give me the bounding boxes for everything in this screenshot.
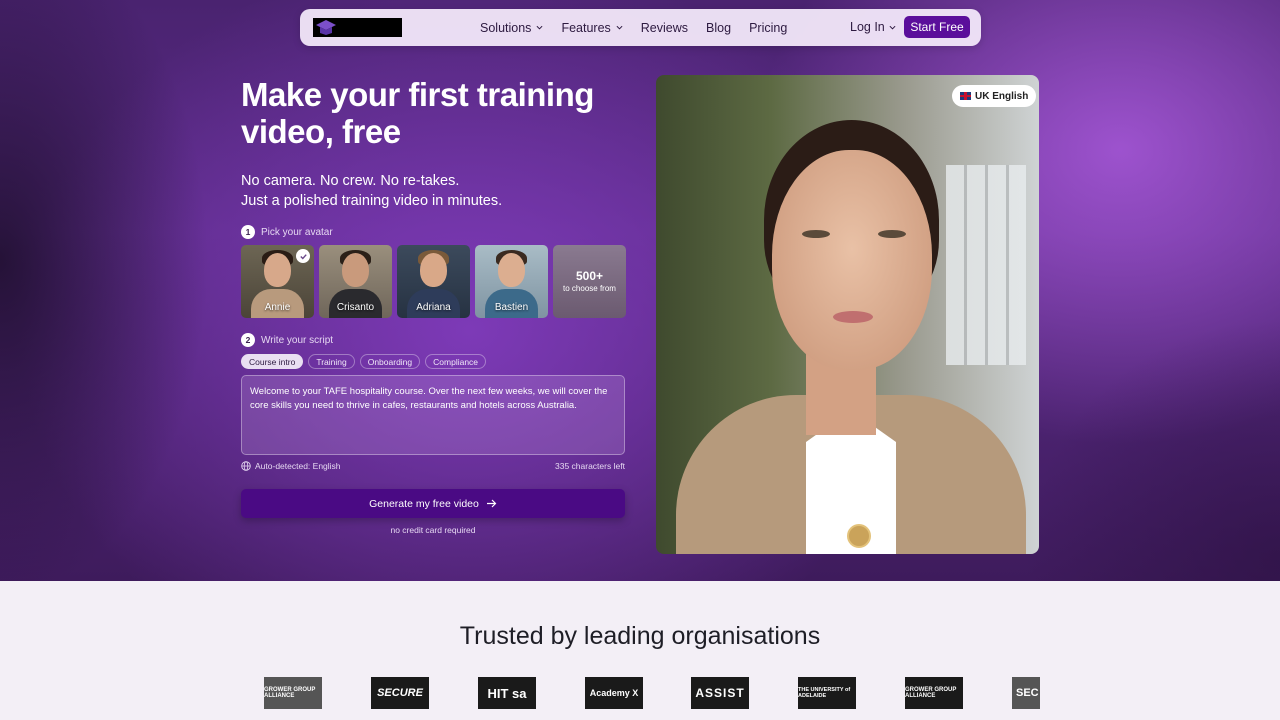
avatar-face bbox=[342, 253, 369, 287]
avatar-video-preview[interactable] bbox=[656, 75, 1039, 554]
nav-solutions[interactable]: Solutions bbox=[480, 21, 543, 35]
generate-label: Generate my free video bbox=[369, 497, 479, 510]
graduation-cap-icon bbox=[316, 20, 336, 35]
partner-logo: HIT sa bbox=[478, 677, 536, 709]
uk-flag-icon bbox=[960, 92, 971, 100]
nav-features[interactable]: Features bbox=[561, 20, 623, 35]
presenter-lips bbox=[833, 311, 873, 323]
partner-logo: GROWER GROUP ALLIANCE bbox=[264, 677, 322, 709]
partner-logo: THE UNIVERSITY of ADELAIDE bbox=[798, 677, 856, 709]
chevron-down-icon bbox=[536, 25, 543, 30]
characters-left: 335 characters left bbox=[555, 461, 625, 471]
presenter-eye bbox=[802, 230, 830, 238]
page-title: Make your first training video, free bbox=[241, 76, 594, 150]
presenter-face bbox=[772, 150, 932, 370]
partner-logo: SECURE bbox=[371, 677, 429, 709]
nav-reviews[interactable]: Reviews bbox=[641, 21, 688, 35]
more-avatars-count: 500+ bbox=[575, 269, 604, 283]
hero-subtitle: No camera. No crew. No re-takes. Just a … bbox=[241, 171, 502, 211]
language-label: UK English bbox=[975, 90, 1029, 102]
avatar-card-crisanto[interactable]: Crisanto bbox=[319, 245, 392, 318]
tab-onboarding[interactable]: Onboarding bbox=[359, 354, 421, 369]
tab-course-intro[interactable]: Course intro bbox=[241, 354, 304, 369]
nav-link-label: Reviews bbox=[640, 20, 689, 35]
background-window bbox=[946, 165, 1026, 365]
more-avatars-card[interactable]: 500+ to choose from bbox=[553, 245, 626, 318]
chevron-down-icon bbox=[889, 25, 896, 30]
step-number: 2 bbox=[241, 333, 255, 347]
nav-link-label: Features bbox=[561, 20, 611, 35]
globe-icon bbox=[241, 461, 251, 471]
avatar-card-adriana[interactable]: Adriana bbox=[397, 245, 470, 318]
presenter-eye bbox=[878, 230, 906, 238]
nav-links: Solutions Features Reviews Blog Pricing bbox=[480, 9, 805, 46]
trusted-heading: Trusted by leading organisations bbox=[459, 622, 821, 650]
language-detection: Auto-detected: English bbox=[241, 461, 341, 471]
nav-link-label: Solutions bbox=[480, 20, 532, 35]
partner-logo-strip: GROWER GROUP ALLIANCE SECURE HIT sa Acad… bbox=[264, 677, 1040, 709]
step-write-script: 2 Write your script bbox=[241, 333, 333, 347]
avatar-card-annie[interactable]: Annie bbox=[241, 245, 314, 318]
avatar-face bbox=[498, 253, 525, 287]
script-template-tabs: Course intro Training Onboarding Complia… bbox=[241, 354, 487, 369]
avatar-name: Bastien bbox=[494, 302, 529, 313]
hero-section bbox=[0, 0, 1280, 581]
avatar-face bbox=[264, 253, 291, 287]
avatar-name: Adriana bbox=[416, 302, 451, 313]
avatar-face bbox=[420, 253, 447, 287]
login-link[interactable]: Log In bbox=[850, 20, 896, 34]
presenter-pendant bbox=[847, 524, 871, 548]
avatar-name: Crisanto bbox=[336, 302, 375, 313]
brand-logo[interactable] bbox=[313, 18, 402, 37]
partner-logo: GROWER GROUP ALLIANCE bbox=[905, 677, 963, 709]
auto-detected-label: Auto-detected: English bbox=[255, 461, 341, 471]
script-textarea[interactable]: Welcome to your TAFE hospitality course.… bbox=[241, 375, 625, 455]
top-navbar: Solutions Features Reviews Blog Pricing … bbox=[300, 9, 981, 46]
avatar-card-bastien[interactable]: Bastien bbox=[475, 245, 548, 318]
arrow-right-icon bbox=[486, 499, 497, 508]
start-free-button[interactable]: Start Free bbox=[904, 16, 970, 38]
tab-training[interactable]: Training bbox=[308, 354, 355, 369]
subtitle-line: Just a polished training video in minute… bbox=[241, 193, 503, 209]
nav-pricing[interactable]: Pricing bbox=[749, 21, 787, 35]
step-number: 1 bbox=[241, 225, 255, 239]
partner-logo: Academy X bbox=[585, 677, 643, 709]
language-badge[interactable]: UK English bbox=[952, 85, 1037, 107]
selected-check-icon bbox=[296, 249, 310, 263]
step-label: Pick your avatar bbox=[261, 226, 333, 238]
partner-logo: SEC bbox=[1012, 677, 1040, 709]
partner-logo: ASSIST bbox=[691, 677, 749, 709]
nav-link-label: Blog bbox=[706, 20, 732, 35]
nav-link-label: Pricing bbox=[749, 20, 788, 35]
avatar-name: Annie bbox=[264, 302, 291, 313]
chevron-down-icon bbox=[616, 25, 623, 30]
no-credit-card-note: no credit card required bbox=[390, 525, 476, 535]
subtitle-line: No camera. No crew. No re-takes. bbox=[241, 173, 460, 189]
generate-video-button[interactable]: Generate my free video bbox=[241, 489, 625, 518]
nav-blog[interactable]: Blog bbox=[706, 21, 731, 35]
step-label: Write your script bbox=[261, 334, 334, 346]
tab-compliance[interactable]: Compliance bbox=[425, 354, 487, 369]
step-pick-avatar: 1 Pick your avatar bbox=[241, 225, 333, 239]
avatar-picker: Annie Crisanto Adriana Bastien 500+ to c… bbox=[241, 245, 626, 318]
more-avatars-text: to choose from bbox=[563, 284, 616, 293]
login-label: Log In bbox=[850, 20, 885, 34]
